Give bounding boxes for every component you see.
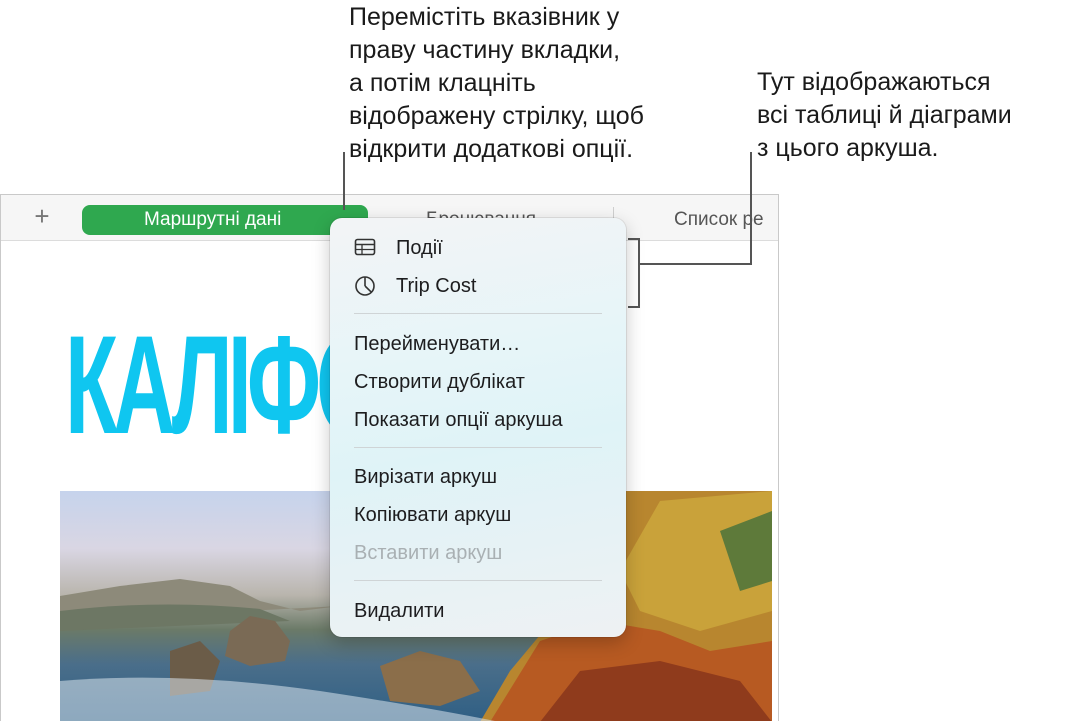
menu-item-show-sheet-options[interactable]: Показати опції аркуша	[354, 408, 563, 432]
leader-line	[343, 152, 345, 210]
table-icon	[354, 237, 376, 263]
menu-separator	[354, 313, 602, 314]
menu-item-copy-sheet[interactable]: Копіювати аркуш	[354, 503, 511, 527]
add-sheet-button[interactable]: +	[28, 203, 56, 231]
leader-line	[750, 152, 752, 264]
callout-line: Перемістіть вказівник у	[349, 3, 620, 31]
menu-item-delete[interactable]: Видалити	[354, 599, 444, 623]
callout-line: а потім клацніть	[349, 69, 536, 97]
callout-line: всі таблиці й діаграми	[757, 101, 1012, 129]
leader-line	[628, 306, 640, 308]
callout-right: Тут відображаються всі таблиці й діаграм…	[757, 66, 1012, 165]
menu-item-label: Події	[396, 237, 443, 259]
callout-line: з цього аркуша.	[757, 134, 939, 162]
menu-item-cut-sheet[interactable]: Вирізати аркуш	[354, 465, 497, 489]
leader-line	[640, 263, 752, 265]
menu-item-paste-sheet: Вставити аркуш	[354, 542, 503, 564]
menu-item-label: Trip Cost	[396, 275, 477, 297]
pie-chart-icon	[354, 275, 376, 303]
callout-line: праву частину вкладки,	[349, 36, 621, 64]
menu-separator	[354, 447, 602, 448]
sheet-context-menu: Події Trip Cost Перейменувати… Створити …	[330, 218, 626, 637]
leader-line	[638, 238, 640, 308]
callout-left: Перемістіть вказівник у праву частину вк…	[349, 1, 644, 166]
tab-route-data[interactable]: Маршрутні дані ⌄	[82, 205, 368, 235]
callout-line: Тут відображаються	[757, 68, 991, 96]
callout-line: відображену стрілку, щоб	[349, 102, 644, 130]
menu-item-rename[interactable]: Перейменувати…	[354, 332, 520, 356]
menu-item-duplicate[interactable]: Створити дублікат	[354, 370, 525, 394]
menu-separator	[354, 580, 602, 581]
callout-line: відкрити додаткові опції.	[349, 135, 634, 163]
tab-label: Маршрутні дані	[144, 209, 282, 230]
